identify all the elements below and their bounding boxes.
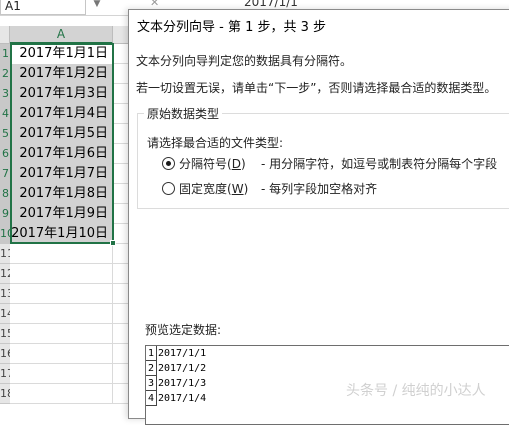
original-data-type-group: 原始数据类型 请选择最合适的文件类型: 分隔符号(D) - 用分隔字符，如逗号或… [137, 105, 509, 209]
watermark: 头条号 / 纯纯的小达人 [346, 383, 486, 399]
fixed-width-radio[interactable] [162, 182, 175, 195]
cell[interactable]: 2017年1月2日 [10, 64, 113, 84]
table-row: 2017年1月7日 [10, 164, 130, 184]
row-header[interactable]: 14 [0, 304, 10, 324]
cell[interactable]: 2017年1月4日 [10, 104, 113, 124]
table-row [10, 324, 130, 344]
fixed-width-label-end: ) [243, 182, 249, 196]
preview-row-number: 4 [146, 391, 157, 406]
delimited-label[interactable]: 分隔符号(D) [179, 155, 261, 172]
preview-row-text: 2017/1/4 [158, 393, 207, 404]
cell[interactable]: 2017年1月5日 [10, 124, 113, 144]
row-headers: 1 2 3 4 5 6 7 8 9 10 11 12 13 14 15 16 1… [0, 44, 10, 404]
table-row [10, 264, 130, 284]
row-header[interactable]: 11 [0, 244, 10, 264]
row-header[interactable]: 4 [0, 104, 10, 124]
table-row: 2017年1月6日 [10, 144, 130, 164]
preview-row-number: 3 [146, 376, 157, 391]
row-header[interactable]: 18 [0, 384, 10, 404]
fixed-width-option[interactable]: 固定宽度(W) - 每列字段加空格对齐 [162, 180, 377, 197]
preview-label: 预览选定数据: [145, 323, 222, 337]
dialog-instruction: 若一切设置无误，请单击“下一步”，否则请选择最合适的数据类型。 [136, 81, 497, 95]
row-header[interactable]: 5 [0, 124, 10, 144]
column-header-a[interactable]: A [10, 26, 113, 44]
table-row: 2017年1月1日 [10, 44, 130, 64]
row-header[interactable]: 9 [0, 204, 10, 224]
preview-row-text: 2017/1/3 [158, 378, 207, 389]
delimited-option[interactable]: 分隔符号(D) - 用分隔字符，如逗号或制表符分隔每个字段 [162, 155, 497, 172]
fixed-width-label-text: 固定宽度( [179, 182, 232, 196]
row-header[interactable]: 17 [0, 364, 10, 384]
cell[interactable] [10, 324, 113, 344]
text-to-columns-dialog: 文本分列向导 - 第 1 步，共 3 步 文本分列向导判定您的数据具有分隔符。 … [128, 9, 509, 425]
delimited-label-end: ) [240, 157, 246, 171]
table-row: 2017年1月5日 [10, 124, 130, 144]
table-row: 2017年1月3日 [10, 84, 130, 104]
table-row [10, 344, 130, 364]
delimited-accel: D [231, 157, 241, 171]
row-header[interactable]: 2 [0, 64, 10, 84]
cell[interactable]: 2017年1月1日 [10, 44, 113, 64]
row-header[interactable]: 6 [0, 144, 10, 164]
name-box-dropdown-icon[interactable]: ▼ [90, 0, 104, 14]
row-header[interactable]: 1 [0, 44, 10, 64]
dialog-description: 文本分列向导判定您的数据具有分隔符。 [136, 54, 353, 68]
row-header[interactable]: 13 [0, 284, 10, 304]
cell[interactable]: 2017年1月7日 [10, 164, 113, 184]
table-row [10, 364, 130, 384]
table-row [10, 244, 130, 264]
row-header[interactable]: 16 [0, 344, 10, 364]
delimited-label-text: 分隔符号( [179, 157, 232, 171]
table-row [10, 304, 130, 324]
fixed-width-description: - 每列字段加空格对齐 [261, 182, 378, 196]
fixed-width-accel: W [231, 182, 244, 196]
preview-row-text: 2017/1/1 [158, 348, 207, 359]
cell[interactable]: 2017年1月6日 [10, 144, 113, 164]
cell[interactable] [10, 384, 113, 404]
cell[interactable] [10, 264, 113, 284]
table-row [10, 284, 130, 304]
cell[interactable] [10, 344, 113, 364]
preview-row: 1 2017/1/1 [146, 346, 509, 361]
row-header[interactable]: 12 [0, 264, 10, 284]
delimited-radio[interactable] [162, 157, 175, 170]
cell[interactable]: 2017年1月3日 [10, 84, 113, 104]
cell-grid: 2017年1月1日 2017年1月2日 2017年1月3日 2017年1月4日 … [10, 44, 130, 404]
fixed-width-label[interactable]: 固定宽度(W) [179, 180, 261, 197]
preview-row: 2 2017/1/2 [146, 361, 509, 376]
delimited-description: - 用分隔字符，如逗号或制表符分隔每个字段 [261, 157, 498, 171]
table-row: 2017年1月4日 [10, 104, 130, 124]
dialog-title: 文本分列向导 - 第 1 步，共 3 步 [137, 20, 327, 35]
table-row: 2017年1月2日 [10, 64, 130, 84]
cell[interactable] [10, 284, 113, 304]
table-row: 2017年1月8日 [10, 184, 130, 204]
formula-input[interactable]: 2017/1/1 [244, 0, 298, 9]
cell[interactable] [10, 364, 113, 384]
row-header[interactable]: 15 [0, 324, 10, 344]
name-box[interactable]: A1 [0, 0, 86, 15]
row-header[interactable]: 7 [0, 164, 10, 184]
cell[interactable]: 2017年1月8日 [10, 184, 113, 204]
cell[interactable]: 2017年1月9日 [10, 204, 113, 224]
fill-handle[interactable] [110, 240, 116, 246]
cell[interactable]: 2017年1月10日 [10, 224, 113, 244]
cell[interactable] [10, 244, 113, 264]
preview-row-text: 2017/1/2 [158, 363, 207, 374]
table-row [10, 384, 130, 404]
cancel-icon[interactable]: ✕ [150, 0, 159, 9]
row-header[interactable]: 3 [0, 84, 10, 104]
preview-row-number: 2 [146, 361, 157, 376]
preview-row-number: 1 [146, 346, 157, 361]
file-type-label: 请选择最合适的文件类型: [147, 136, 284, 150]
row-header[interactable]: 10 [0, 224, 10, 244]
select-all-corner[interactable] [0, 26, 10, 44]
group-title: 原始数据类型 [144, 105, 223, 122]
cell[interactable] [10, 304, 113, 324]
table-row: 2017年1月9日 [10, 204, 130, 224]
row-header[interactable]: 8 [0, 184, 10, 204]
